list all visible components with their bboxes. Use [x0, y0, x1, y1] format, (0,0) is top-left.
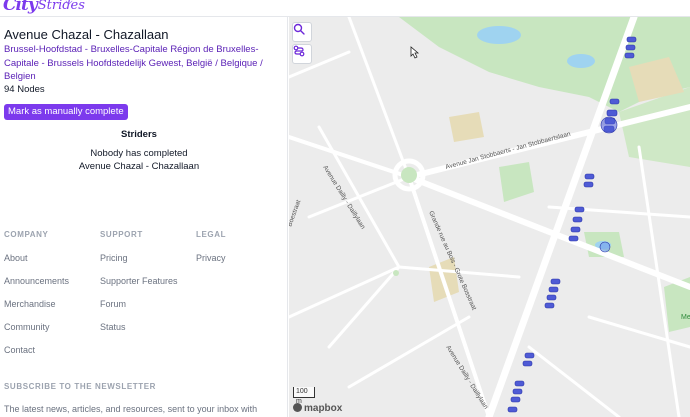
route-node [625, 44, 636, 51]
striders-empty-street: Avenue Chazal - Chazallaan [78, 161, 200, 172]
footer-link-announcements[interactable]: Announcements [4, 276, 69, 288]
map-view[interactable]: Avenue Jan Stobbaerts - Jan Stobbaertsla… [289, 17, 690, 417]
footer-support-heading: SUPPORT [100, 230, 143, 239]
mapbox-attribution[interactable]: mapbox [293, 403, 342, 414]
map-route-button[interactable] [292, 44, 312, 64]
logo-text-2: Strides [37, 0, 85, 13]
footer-link-merchandise[interactable]: Merchandise [4, 299, 69, 311]
street-detail-panel: Avenue Chazal - Chazallaan Brussel-Hoofd… [0, 17, 288, 417]
roundabout-small [393, 270, 399, 276]
road [547, 205, 690, 219]
route-node [544, 302, 555, 309]
mouse-cursor [410, 46, 420, 59]
road [327, 265, 401, 349]
roundabout-center [401, 167, 417, 183]
route-node [584, 173, 595, 180]
footer-company-heading: COMPANY [4, 230, 49, 239]
footer-company-column: COMPANY About Announcements Merchandise … [4, 230, 69, 357]
route-node [512, 388, 523, 395]
striders-heading: Striders [121, 129, 157, 140]
footer-link-status[interactable]: Status [100, 322, 178, 334]
route-node [514, 380, 525, 387]
node-count: 94 Nodes [4, 84, 45, 95]
route-node-hub [599, 241, 611, 253]
road [407, 175, 491, 417]
road [289, 265, 401, 319]
route-node [510, 396, 521, 403]
map-canvas[interactable]: Avenue Jan Stobbaerts - Jan Stobbaertsla… [289, 17, 690, 417]
route-node [606, 109, 618, 117]
route-node [546, 294, 557, 301]
footer-link-forum[interactable]: Forum [100, 299, 178, 311]
map-search-button[interactable] [292, 22, 312, 42]
route-node [548, 286, 559, 293]
map-scale: 100 m [293, 387, 315, 405]
mapbox-attribution-text: mapbox [304, 403, 343, 414]
citystrides-logo[interactable]: City Strides [3, 0, 85, 16]
street-label: Boestraat [289, 199, 302, 228]
logo-text: City [3, 0, 38, 15]
road [527, 345, 621, 417]
route-node [583, 181, 594, 188]
park-area [499, 162, 534, 202]
footer-support-column: SUPPORT Pricing Supporter Features Forum… [100, 230, 178, 334]
route-node [507, 406, 518, 413]
footer-link-supporter-features[interactable]: Supporter Features [100, 276, 178, 288]
edge-label: Me [681, 314, 690, 321]
park-area [449, 112, 484, 142]
top-navigation-bar: City Strides [0, 0, 690, 17]
road [347, 17, 411, 179]
route-icon [293, 45, 305, 57]
pond [567, 54, 595, 68]
route-node-hub [600, 116, 618, 134]
search-icon [293, 23, 305, 35]
route-node [524, 352, 535, 359]
route-node [550, 278, 561, 285]
footer-link-about[interactable]: About [4, 253, 69, 265]
footer-link-community[interactable]: Community [4, 322, 69, 334]
newsletter-heading: SUBSCRIBE TO THE NEWSLETTER [4, 382, 157, 391]
route-node [568, 235, 579, 242]
street-title: Avenue Chazal - Chazallaan [4, 27, 169, 42]
region-link[interactable]: Brussel-Hoofdstad - Bruxelles-Capitale R… [4, 43, 280, 84]
footer-legal-heading: LEGAL [196, 230, 227, 239]
striders-empty-text: Nobody has completed [90, 148, 188, 159]
footer-legal-column: LEGAL Privacy [196, 230, 226, 265]
route-node [626, 36, 637, 43]
mapbox-logo-icon [293, 403, 302, 412]
newsletter-text: The latest news, articles, and resources… [4, 404, 258, 414]
route-node [572, 216, 583, 223]
footer-link-privacy[interactable]: Privacy [196, 253, 226, 265]
route-node [570, 226, 581, 233]
route-node [522, 360, 533, 367]
mark-complete-button[interactable]: Mark as manually complete [4, 104, 128, 120]
road [317, 125, 401, 269]
footer-link-contact[interactable]: Contact [4, 345, 69, 357]
road [289, 135, 411, 179]
footer-link-pricing[interactable]: Pricing [100, 253, 178, 265]
route-node [624, 52, 635, 59]
route-node [574, 206, 585, 213]
route-node [609, 98, 620, 105]
pond [477, 26, 521, 44]
